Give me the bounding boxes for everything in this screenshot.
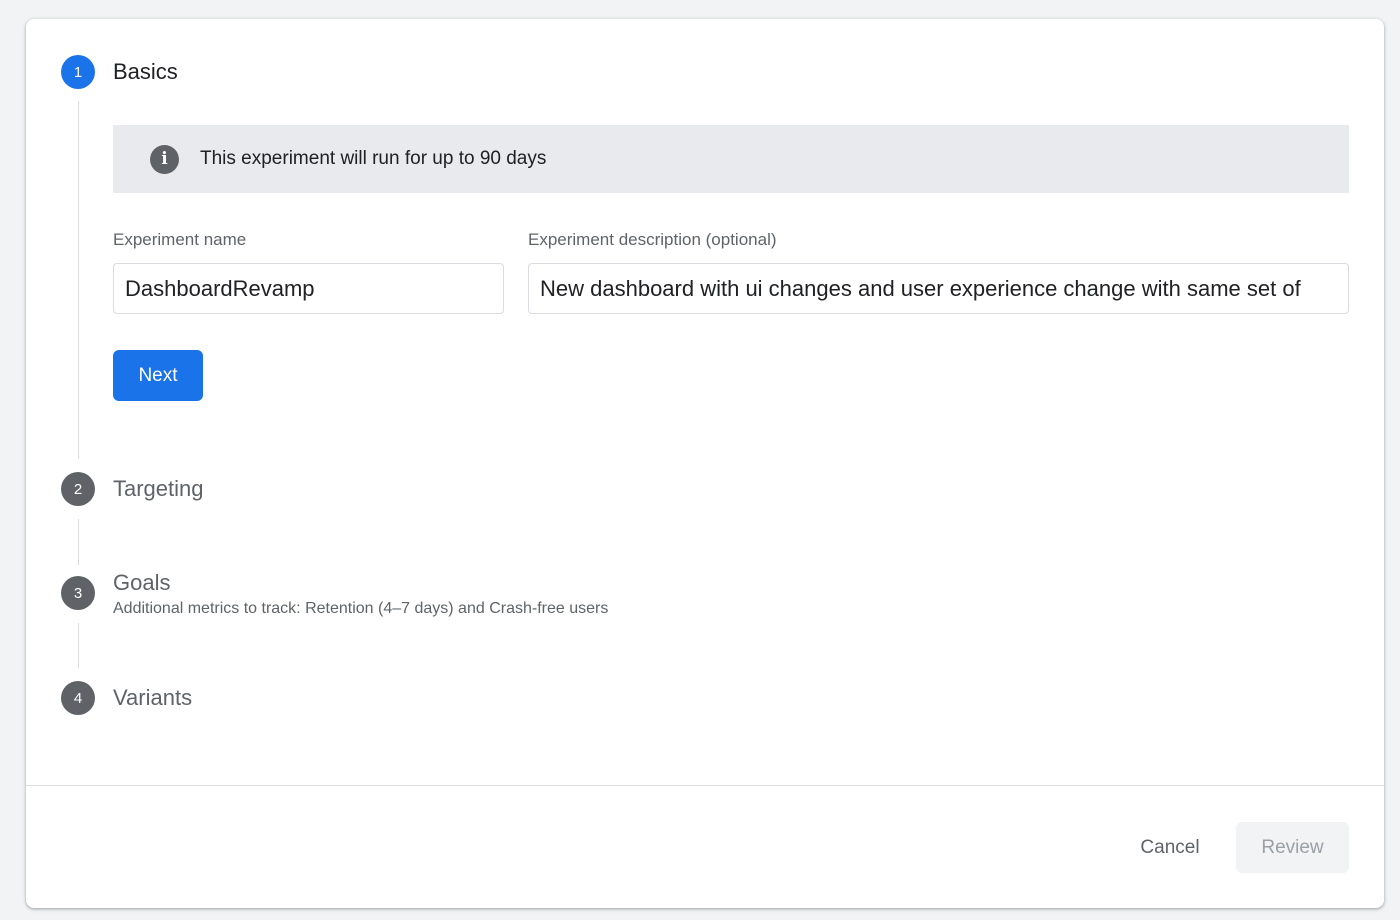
experiment-description-input[interactable] — [528, 263, 1349, 314]
step-4-number: 4 — [73, 689, 83, 707]
step-2-number: 2 — [73, 480, 83, 498]
next-button[interactable]: Next — [113, 350, 203, 401]
info-banner: i This experiment will run for up to 90 … — [113, 125, 1349, 193]
step-1-number: 1 — [73, 63, 83, 81]
step-connector — [78, 623, 79, 668]
step-3-title[interactable]: Goals — [113, 570, 170, 596]
experiment-name-input[interactable] — [113, 263, 504, 314]
review-button[interactable]: Review — [1236, 822, 1349, 873]
step-4-indicator: 4 — [61, 681, 95, 715]
footer-divider — [26, 785, 1384, 786]
step-3-indicator: 3 — [61, 576, 95, 610]
info-banner-text: This experiment will run for up to 90 da… — [200, 148, 547, 169]
info-icon: i — [150, 144, 179, 174]
step-3-number: 3 — [73, 584, 83, 602]
step-connector — [78, 101, 79, 459]
experiment-description-label: Experiment description (optional) — [528, 230, 777, 249]
step-1-indicator: 1 — [61, 55, 95, 89]
experiment-card: 1 Basics i This experiment will run for … — [26, 19, 1384, 908]
step-3-subtitle: Additional metrics to track: Retention (… — [113, 600, 609, 617]
step-2-title[interactable]: Targeting — [113, 476, 204, 502]
step-2-indicator: 2 — [61, 472, 95, 506]
step-1-title[interactable]: Basics — [113, 59, 178, 85]
step-connector — [78, 519, 79, 565]
experiment-name-label: Experiment name — [113, 230, 247, 249]
step-4-title[interactable]: Variants — [113, 685, 192, 711]
cancel-button[interactable]: Cancel — [1120, 822, 1220, 873]
